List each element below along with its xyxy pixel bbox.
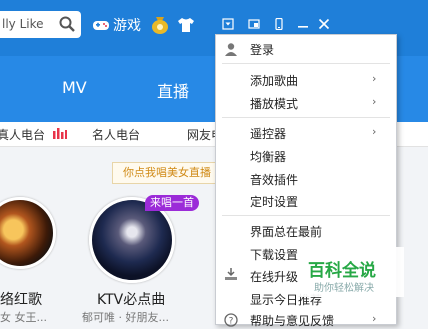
category-celebrity-radio[interactable]: 名人电台 <box>92 126 140 143</box>
menu-divider <box>222 215 390 216</box>
menu-item-play-mode[interactable]: 播放模式 <box>250 95 298 112</box>
menu-divider <box>222 117 390 118</box>
watermark-subtitle: 助你轻松解决 <box>314 283 374 294</box>
search-icon[interactable] <box>59 16 75 32</box>
chevron-right-icon: › <box>372 95 377 108</box>
chevron-right-icon: › <box>372 125 377 138</box>
menu-item-download-settings[interactable]: 下载设置 <box>250 246 298 263</box>
menu-item-timer[interactable]: 定时设置 <box>250 193 298 210</box>
menu-item-add-song[interactable]: 添加歌曲 <box>250 72 298 89</box>
equalizer-bars-icon <box>53 128 67 139</box>
game-label: 游戏 <box>113 18 141 34</box>
menu-item-always-on-top[interactable]: 界面总在最前 <box>250 223 322 240</box>
dropdown-menu-icon[interactable] <box>222 18 234 30</box>
watermark-title: 百科全说 <box>308 261 376 281</box>
close-icon[interactable] <box>318 18 330 30</box>
help-icon: ? <box>224 313 238 327</box>
mini-mode-icon[interactable] <box>248 18 260 30</box>
search-input[interactable]: lly Like <box>2 17 44 31</box>
menu-item-help-feedback[interactable]: 帮助与意见反馈 <box>250 312 334 329</box>
user-icon <box>225 43 237 56</box>
card-title[interactable]: 络红歌 <box>0 289 42 309</box>
menu-item-login[interactable]: 登录 <box>250 41 274 58</box>
gamepad-icon <box>93 21 109 30</box>
card-cover-image[interactable] <box>0 197 56 269</box>
tab-mv[interactable]: MV <box>62 78 87 97</box>
menu-item-remote[interactable]: 遥控器 <box>250 125 286 142</box>
tab-live[interactable]: 直播 <box>157 78 189 102</box>
skin-shirt-icon[interactable] <box>177 17 195 33</box>
menu-divider <box>222 63 390 64</box>
menu-item-equalizer[interactable]: 均衡器 <box>250 148 286 165</box>
category-real-radio[interactable]: 真人电台 <box>0 126 45 143</box>
chevron-right-icon: › <box>372 72 377 85</box>
game-button[interactable]: 游戏 <box>92 15 141 35</box>
phone-icon[interactable] <box>273 18 285 30</box>
chevron-right-icon: › <box>372 312 377 325</box>
promo-banner[interactable]: 你点我唱美女直播 <box>112 162 222 184</box>
download-upgrade-icon <box>225 268 237 280</box>
menu-item-sound-plugin[interactable]: 音效插件 <box>250 171 298 188</box>
money-bag-icon[interactable] <box>150 13 170 35</box>
svg-text:?: ? <box>229 317 234 327</box>
minimize-icon[interactable] <box>297 18 309 30</box>
card-title[interactable]: KTV必点曲 <box>97 289 165 309</box>
search-box[interactable]: lly Like <box>0 11 81 38</box>
watermark-logo: 百科全说 助你轻松解决 <box>298 247 404 297</box>
menu-item-online-upgrade[interactable]: 在线升级 <box>250 268 298 285</box>
card-tag-badge: 来唱一首 <box>145 195 199 211</box>
